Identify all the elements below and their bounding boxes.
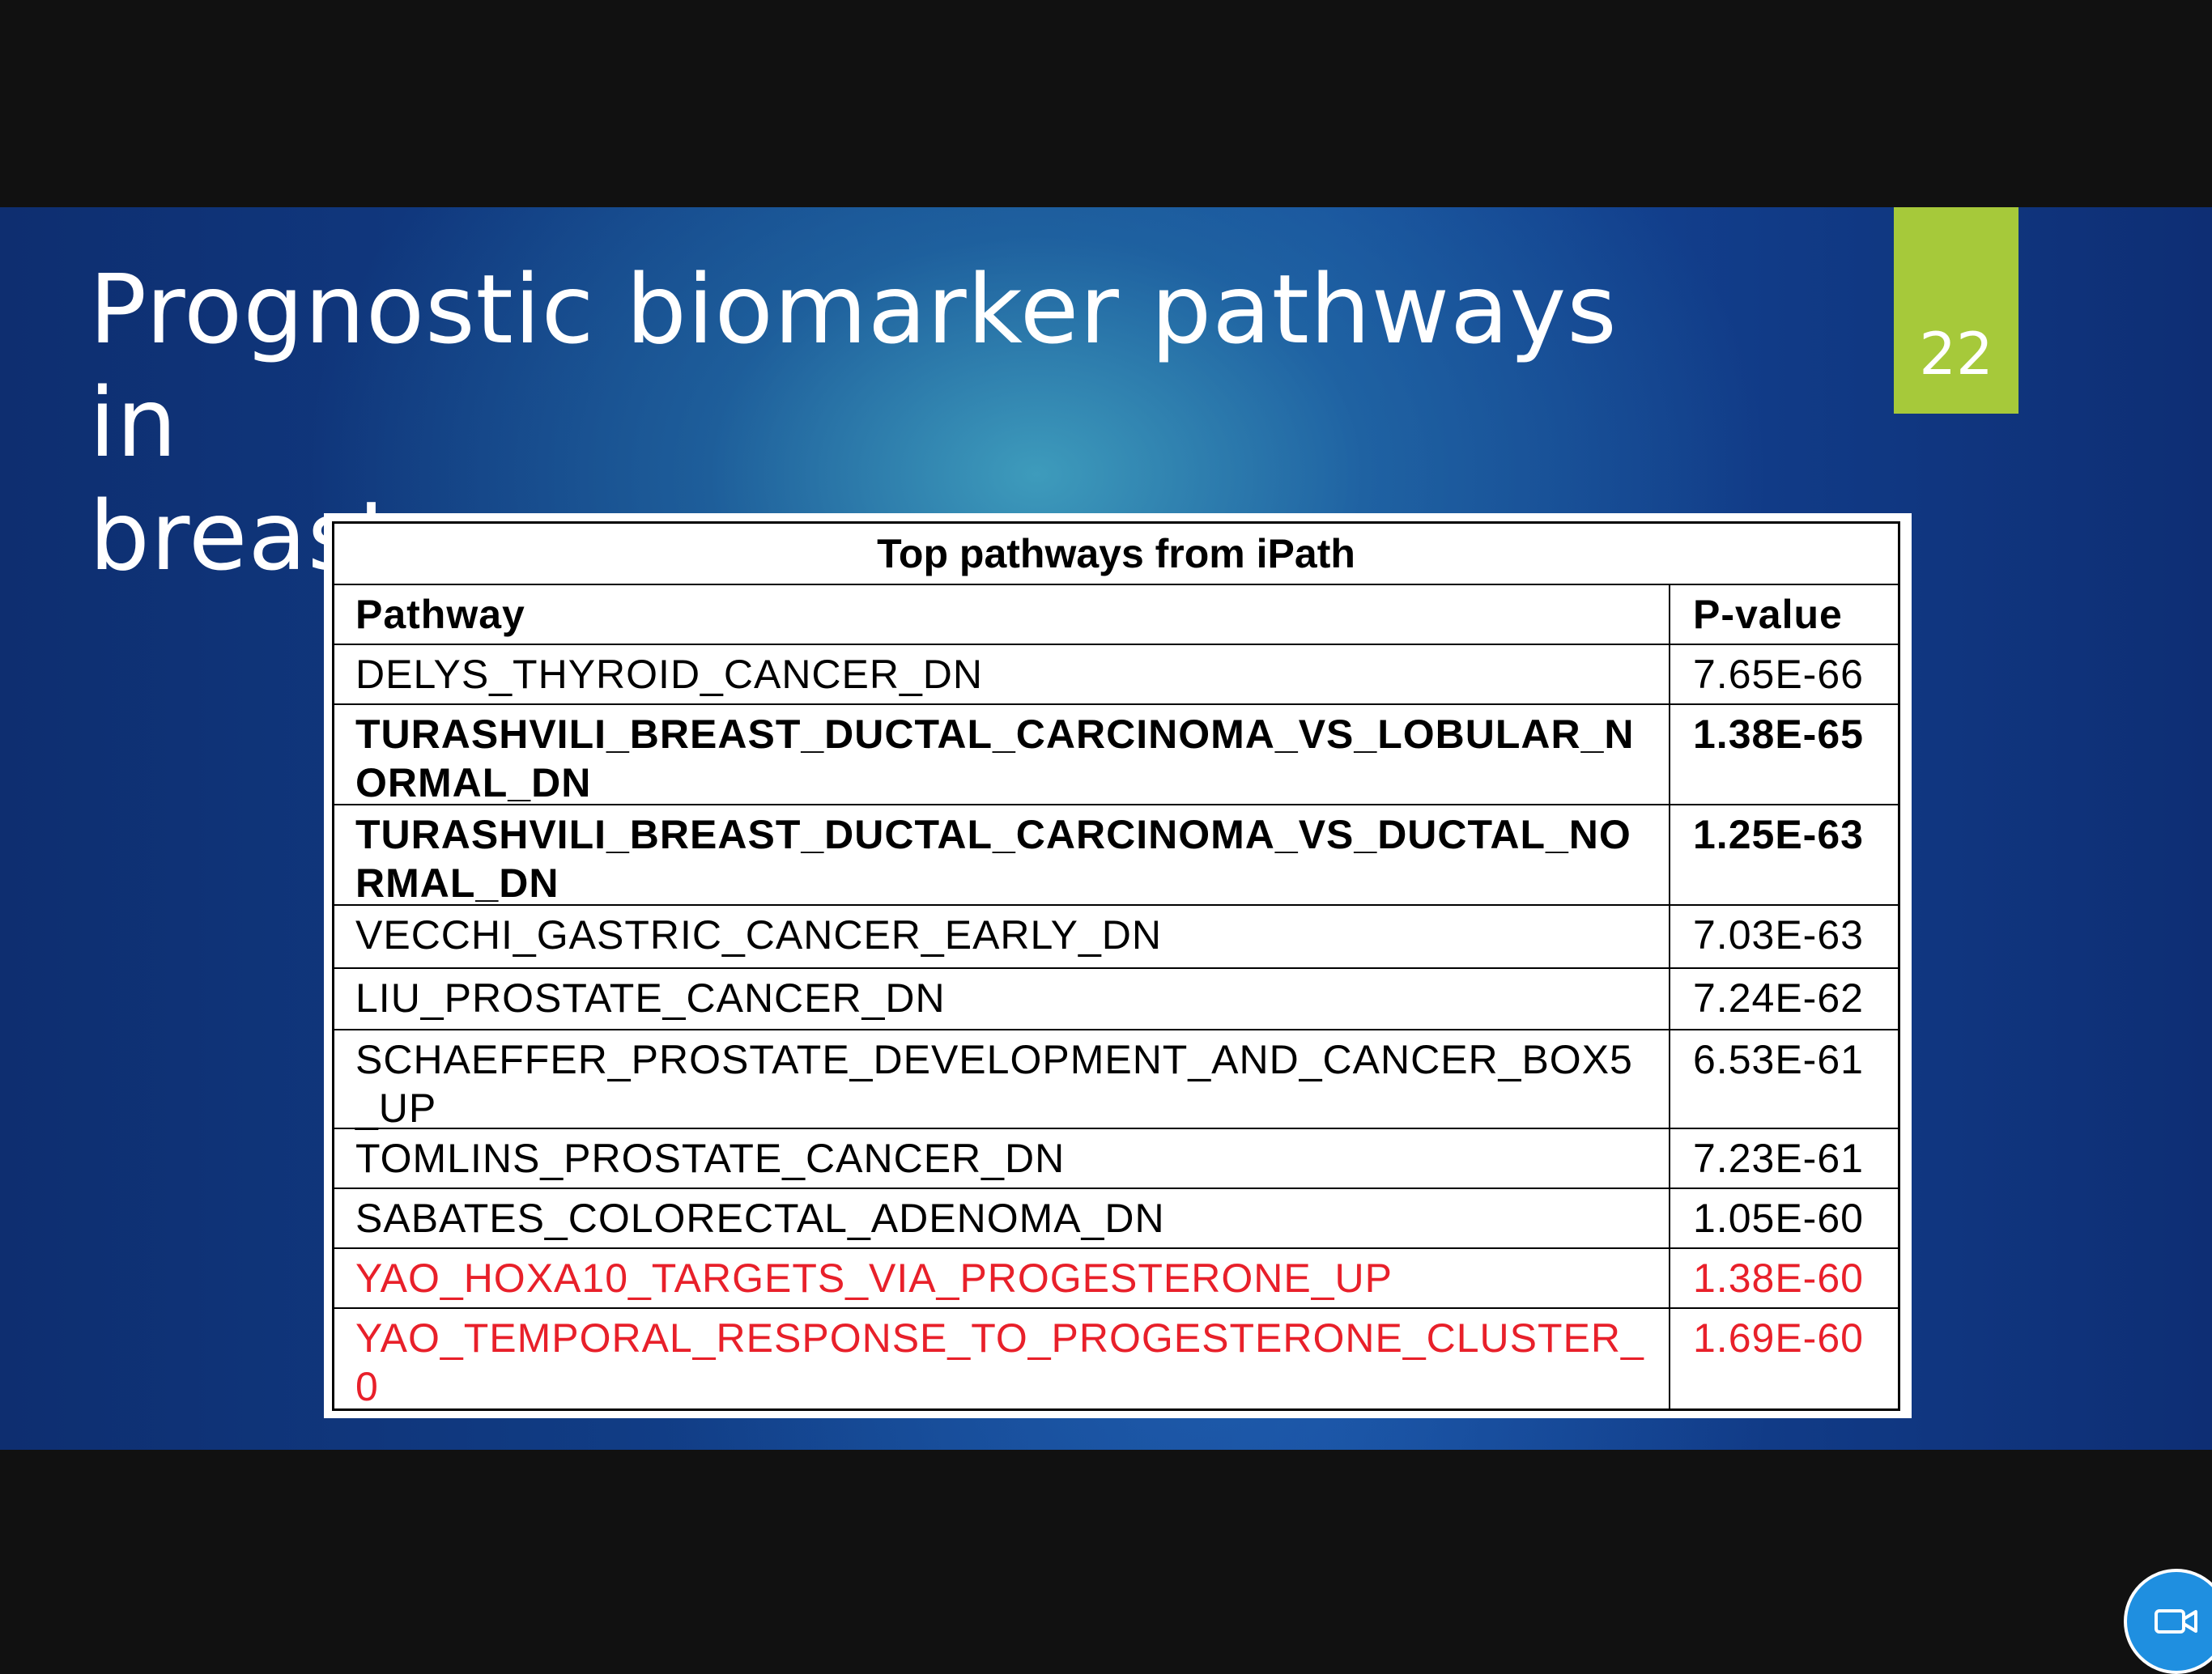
pvalue-cell: 1.38E-60 (1693, 1256, 1864, 1301)
pathway-table: Top pathways from iPath Pathway P-value … (332, 521, 1900, 1411)
table-row: SCHAEFFER_PROSTATE_DEVELOPMENT_AND_CANCE… (334, 1030, 1898, 1131)
pathway-table-image: Top pathways from iPath Pathway P-value … (324, 513, 1912, 1418)
table-header-row: Pathway P-value (334, 585, 1898, 645)
header-pvalue: P-value (1693, 592, 1843, 637)
pvalue-cell: 7.23E-61 (1693, 1136, 1864, 1181)
pathway-cell: SABATES_COLORECTAL_ADENOMA_DN (334, 1189, 1670, 1247)
pathway-cell: TOMLINS_PROSTATE_CANCER_DN (334, 1129, 1670, 1188)
pvalue-cell: 1.38E-65 (1693, 712, 1864, 757)
pathway-cell: TURASHVILI_BREAST_DUCTAL_CARCINOMA_VS_DU… (334, 805, 1670, 906)
table-row: VECCHI_GASTRIC_CANCER_EARLY_DN 7.03E-63 (334, 906, 1898, 969)
pathway-cell: LIU_PROSTATE_CANCER_DN (334, 969, 1670, 1029)
slide: Prognostic biomarker pathways in breast … (0, 207, 2212, 1450)
table-row: TURASHVILI_BREAST_DUCTAL_CARCINOMA_VS_DU… (334, 805, 1898, 906)
pvalue-cell: 6.53E-61 (1693, 1037, 1864, 1082)
video-camera-icon (2155, 1609, 2197, 1634)
table-row: DELYS_THYROID_CANCER_DN 7.65E-66 (334, 645, 1898, 705)
pathway-cell: DELYS_THYROID_CANCER_DN (334, 645, 1670, 703)
pathway-cell: SCHAEFFER_PROSTATE_DEVELOPMENT_AND_CANCE… (334, 1030, 1670, 1131)
pathway-cell: YAO_HOXA10_TARGETS_VIA_PROGESTERONE_UP (334, 1249, 1670, 1307)
table-row: LIU_PROSTATE_CANCER_DN 7.24E-62 (334, 969, 1898, 1030)
table-row: TURASHVILI_BREAST_DUCTAL_CARCINOMA_VS_LO… (334, 705, 1898, 805)
table-row: YAO_HOXA10_TARGETS_VIA_PROGESTERONE_UP 1… (334, 1249, 1898, 1309)
slide-title-line-1: Prognostic biomarker pathways in (89, 253, 1618, 478)
pvalue-cell: 7.03E-63 (1693, 912, 1864, 958)
pvalue-cell: 1.25E-63 (1693, 812, 1864, 857)
table-row: YAO_TEMPORAL_RESPONSE_TO_PROGESTERONE_CL… (334, 1309, 1898, 1409)
video-camera-button[interactable] (2124, 1569, 2212, 1674)
header-pathway: Pathway (334, 585, 1670, 644)
pvalue-cell: 1.69E-60 (1693, 1315, 1864, 1361)
pvalue-cell: 7.65E-66 (1693, 652, 1864, 697)
pathway-cell: VECCHI_GASTRIC_CANCER_EARLY_DN (334, 906, 1670, 967)
pvalue-cell: 7.24E-62 (1693, 975, 1864, 1021)
pathway-cell: TURASHVILI_BREAST_DUCTAL_CARCINOMA_VS_LO… (334, 705, 1670, 805)
table-row: TOMLINS_PROSTATE_CANCER_DN 7.23E-61 (334, 1129, 1898, 1189)
table-row: SABATES_COLORECTAL_ADENOMA_DN 1.05E-60 (334, 1189, 1898, 1249)
slide-number-badge: 22 (1894, 207, 2018, 414)
table-caption: Top pathways from iPath (334, 524, 1898, 585)
pathway-cell: YAO_TEMPORAL_RESPONSE_TO_PROGESTERONE_CL… (334, 1309, 1670, 1409)
pvalue-cell: 1.05E-60 (1693, 1196, 1864, 1241)
